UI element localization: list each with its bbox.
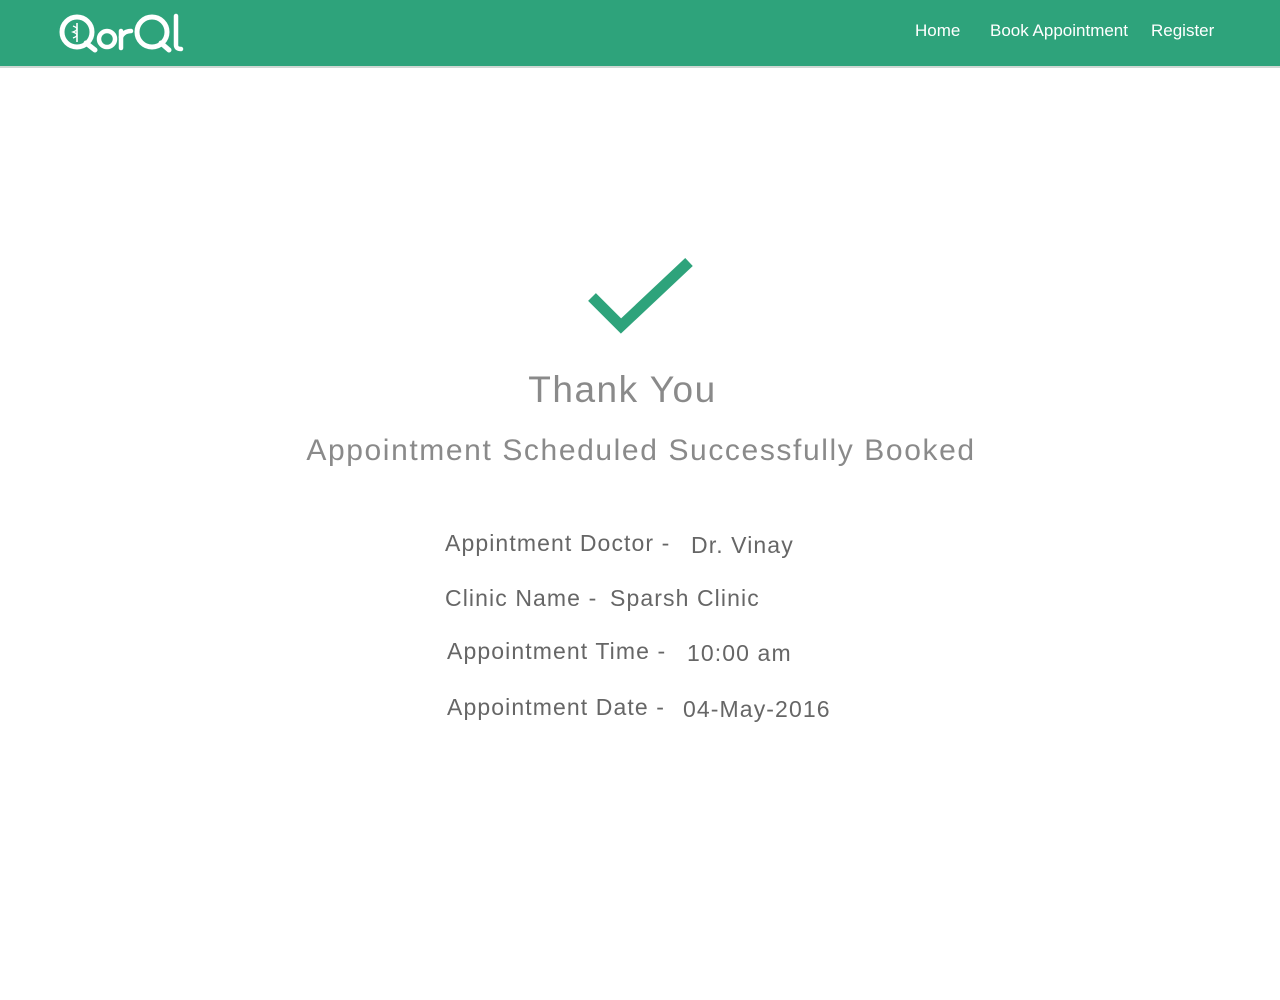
clinic-name-value: Sparsh Clinic — [610, 585, 760, 611]
appointment-time-value: 10:00 am — [687, 640, 792, 666]
thank-you-heading: Thank You — [528, 369, 717, 410]
appointment-time-row: Appointment Time - 10:00 am — [447, 637, 791, 666]
appointment-doctor-row: Appintment Doctor - Dr. Vinay — [445, 529, 793, 558]
appointment-date-label: Appointment Date - — [447, 694, 665, 720]
checkmark-icon — [588, 257, 693, 334]
appointment-date-row: Appointment Date - 04-May-2016 — [447, 693, 830, 722]
clinic-name-label: Clinic Name - — [445, 585, 598, 611]
top-navbar: Home Book Appointment Register — [0, 0, 1280, 68]
qorql-logo[interactable] — [58, 12, 188, 54]
nav-home-link[interactable]: Home — [915, 20, 960, 42]
appointment-doctor-value: Dr. Vinay — [691, 532, 794, 558]
appointment-time-label: Appointment Time - — [447, 638, 667, 664]
booking-success-message: Appointment Scheduled Successfully Booke… — [306, 434, 976, 467]
clinic-name-row: Clinic Name - Sparsh Clinic — [445, 584, 759, 612]
nav-register-link[interactable]: Register — [1151, 20, 1214, 42]
appointment-doctor-label: Appintment Doctor - — [445, 530, 671, 556]
appointment-date-value: 04-May-2016 — [683, 696, 831, 722]
nav-book-appointment-link[interactable]: Book Appointment — [990, 20, 1128, 42]
